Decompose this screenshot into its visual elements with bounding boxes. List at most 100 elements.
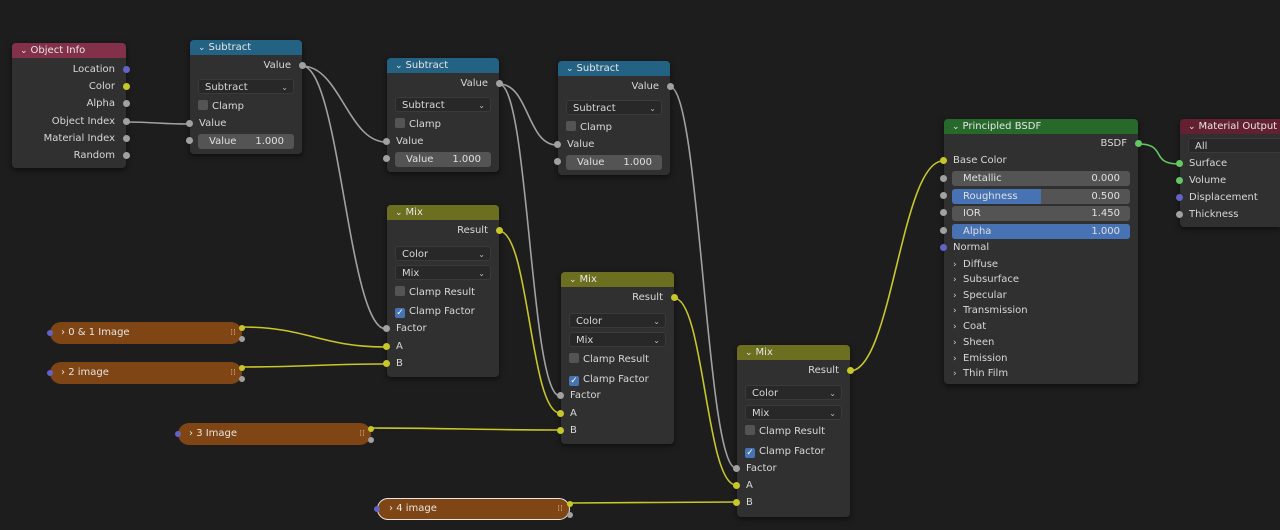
grip-icon[interactable]: ⁞⁞ bbox=[230, 362, 236, 384]
input-socket-icon[interactable] bbox=[383, 343, 390, 350]
data-type-dropdown[interactable]: Color ⌄ bbox=[745, 385, 842, 400]
input-socket-icon[interactable] bbox=[733, 465, 740, 472]
output-socket-icon[interactable] bbox=[123, 152, 130, 159]
node-header[interactable]: ⌄ Principled BSDF bbox=[944, 119, 1138, 134]
input-socket-icon[interactable] bbox=[1176, 211, 1183, 218]
node-link-mix3-to-base-color[interactable] bbox=[849, 160, 944, 372]
checkbox-icon[interactable] bbox=[569, 353, 579, 363]
blend-mode-dropdown[interactable]: Mix ⌄ bbox=[569, 332, 666, 347]
input-socket-icon[interactable] bbox=[383, 138, 390, 145]
chevron-down-icon[interactable]: ⌄ bbox=[395, 206, 403, 220]
checkmark-icon[interactable]: ✓ bbox=[395, 308, 405, 318]
frame-3-image[interactable]: › 3 Image ⁞⁞ bbox=[175, 423, 374, 445]
node-principled-bsdf[interactable]: ⌄ Principled BSDF BSDF Base Color Metalli… bbox=[940, 119, 1142, 384]
target-dropdown[interactable]: All bbox=[1188, 138, 1280, 153]
metallic-slider[interactable]: Metallic 0.000 bbox=[952, 171, 1130, 186]
node-link-frame1-to-mix1-a[interactable] bbox=[241, 326, 387, 348]
node-header[interactable]: ⌄ Material Output bbox=[1180, 119, 1280, 134]
grip-icon[interactable]: ⁞⁞ bbox=[359, 423, 365, 445]
input-socket-icon[interactable] bbox=[940, 244, 947, 251]
chevron-down-icon[interactable]: ⌄ bbox=[198, 41, 206, 55]
output-socket-icon[interactable] bbox=[496, 80, 503, 87]
output-socket-icon[interactable] bbox=[123, 100, 130, 107]
node-header[interactable]: ⌄ Mix bbox=[737, 345, 850, 360]
input-socket-icon[interactable] bbox=[175, 431, 181, 437]
checkbox-icon[interactable] bbox=[566, 121, 576, 131]
output-socket-icon[interactable] bbox=[847, 367, 854, 374]
checkbox-icon[interactable] bbox=[395, 286, 405, 296]
input-socket-icon[interactable] bbox=[940, 157, 947, 164]
node-link-mix1-to-mix2-a[interactable] bbox=[498, 230, 561, 414]
node-link-frame3-to-mix2-b[interactable] bbox=[370, 427, 561, 431]
output-socket-icon[interactable] bbox=[368, 426, 374, 432]
node-header[interactable]: ⌄ Subtract bbox=[387, 58, 499, 73]
node-header[interactable]: ⌄ Object Info bbox=[12, 43, 126, 58]
panel-coat[interactable]: › Coat bbox=[953, 319, 986, 334]
node-header[interactable]: ⌄ Mix bbox=[561, 272, 674, 287]
chevron-down-icon[interactable]: ⌄ bbox=[395, 59, 403, 73]
checkbox-icon[interactable] bbox=[745, 425, 755, 435]
chevron-down-icon[interactable]: ⌄ bbox=[20, 44, 28, 58]
node-object-info[interactable]: ⌄ Object Info Location Color Alpha Object… bbox=[12, 43, 130, 168]
node-header[interactable]: ⌄ Subtract bbox=[558, 61, 670, 76]
input-socket-icon[interactable] bbox=[1176, 194, 1183, 201]
panel-transmission[interactable]: › Transmission bbox=[953, 303, 1028, 318]
clamp-result-checkbox[interactable]: Clamp Result bbox=[395, 285, 475, 300]
output-socket-icon[interactable] bbox=[239, 376, 245, 382]
input-socket-icon[interactable] bbox=[47, 370, 53, 376]
roughness-slider[interactable]: Roughness 0.500 bbox=[952, 189, 1130, 204]
clamp-result-checkbox[interactable]: Clamp Result bbox=[569, 352, 649, 367]
clamp-factor-checkbox[interactable]: ✓ Clamp Factor bbox=[745, 444, 825, 459]
node-header[interactable]: ⌄ Subtract bbox=[190, 40, 302, 55]
panel-sheen[interactable]: › Sheen bbox=[953, 335, 994, 350]
node-header[interactable]: ⌄ Mix bbox=[387, 205, 499, 220]
chevron-down-icon[interactable]: ⌄ bbox=[745, 346, 753, 360]
output-socket-icon[interactable] bbox=[496, 227, 503, 234]
node-link-sub1-to-sub2[interactable] bbox=[301, 65, 387, 143]
input-socket-icon[interactable] bbox=[940, 175, 947, 182]
frame-4-image[interactable]: › 4 image ⁞⁞ bbox=[374, 498, 573, 520]
node-link-sub3-to-mix3-factor[interactable] bbox=[669, 86, 737, 469]
grip-icon[interactable]: ⁞⁞ bbox=[230, 322, 236, 344]
output-socket-icon[interactable] bbox=[123, 135, 130, 142]
checkbox-icon[interactable] bbox=[198, 100, 208, 110]
blend-mode-dropdown[interactable]: Mix ⌄ bbox=[745, 405, 842, 420]
alpha-slider[interactable]: Alpha 1.000 bbox=[952, 224, 1130, 239]
input-socket-icon[interactable] bbox=[940, 227, 947, 234]
panel-thin-film[interactable]: › Thin Film bbox=[953, 366, 1008, 381]
node-link-frame2-to-mix1-b[interactable] bbox=[241, 363, 387, 368]
node-link-mix2-to-mix3-a[interactable] bbox=[673, 297, 737, 486]
ior-field[interactable]: IOR 1.450 bbox=[952, 206, 1130, 221]
node-mix-1[interactable]: ⌄ Mix Result Color ⌄ Mix ⌄ Clamp Result ✓ Cl… bbox=[383, 205, 503, 377]
data-type-dropdown[interactable]: Color ⌄ bbox=[569, 313, 666, 328]
node-link-sub2-to-mix2-factor[interactable] bbox=[498, 83, 561, 397]
node-material-output[interactable]: ⌄ Material Output All Surface Volume Disp… bbox=[1176, 119, 1280, 227]
output-socket-icon[interactable] bbox=[567, 501, 573, 507]
input-socket-icon[interactable] bbox=[940, 209, 947, 216]
checkmark-icon[interactable]: ✓ bbox=[569, 376, 579, 386]
node-link-sub2-to-sub3[interactable] bbox=[498, 83, 558, 146]
value-field[interactable]: Value 1.000 bbox=[395, 152, 491, 167]
panel-specular[interactable]: › Specular bbox=[953, 288, 1007, 303]
clamp-result-checkbox[interactable]: Clamp Result bbox=[745, 424, 825, 439]
input-socket-icon[interactable] bbox=[733, 482, 740, 489]
checkmark-icon[interactable]: ✓ bbox=[745, 448, 755, 458]
output-socket-icon[interactable] bbox=[239, 325, 245, 331]
frame-0-1-image[interactable]: › 0 & 1 Image ⁞⁞ bbox=[47, 322, 245, 344]
output-socket-icon[interactable] bbox=[368, 437, 374, 443]
input-socket-icon[interactable] bbox=[383, 360, 390, 367]
chevron-down-icon[interactable]: ⌄ bbox=[566, 62, 574, 76]
chevron-down-icon[interactable]: ⌄ bbox=[569, 273, 577, 287]
operation-dropdown[interactable]: Subtract ⌄ bbox=[566, 100, 662, 115]
input-socket-icon[interactable] bbox=[557, 410, 564, 417]
clamp-checkbox[interactable]: Clamp bbox=[566, 120, 612, 135]
chevron-down-icon[interactable]: ⌄ bbox=[1188, 120, 1196, 134]
operation-dropdown[interactable]: Subtract ⌄ bbox=[198, 79, 294, 94]
node-link-sub1-to-mix1-factor[interactable] bbox=[301, 65, 387, 330]
node-mix-3[interactable]: ⌄ Mix Result Color ⌄ Mix ⌄ Clamp Result ✓ Cl… bbox=[733, 345, 854, 517]
output-socket-icon[interactable] bbox=[123, 118, 130, 125]
clamp-checkbox[interactable]: Clamp bbox=[198, 99, 244, 114]
input-socket-icon[interactable] bbox=[186, 120, 193, 127]
output-socket-icon[interactable] bbox=[123, 83, 130, 90]
input-socket-icon[interactable] bbox=[557, 427, 564, 434]
